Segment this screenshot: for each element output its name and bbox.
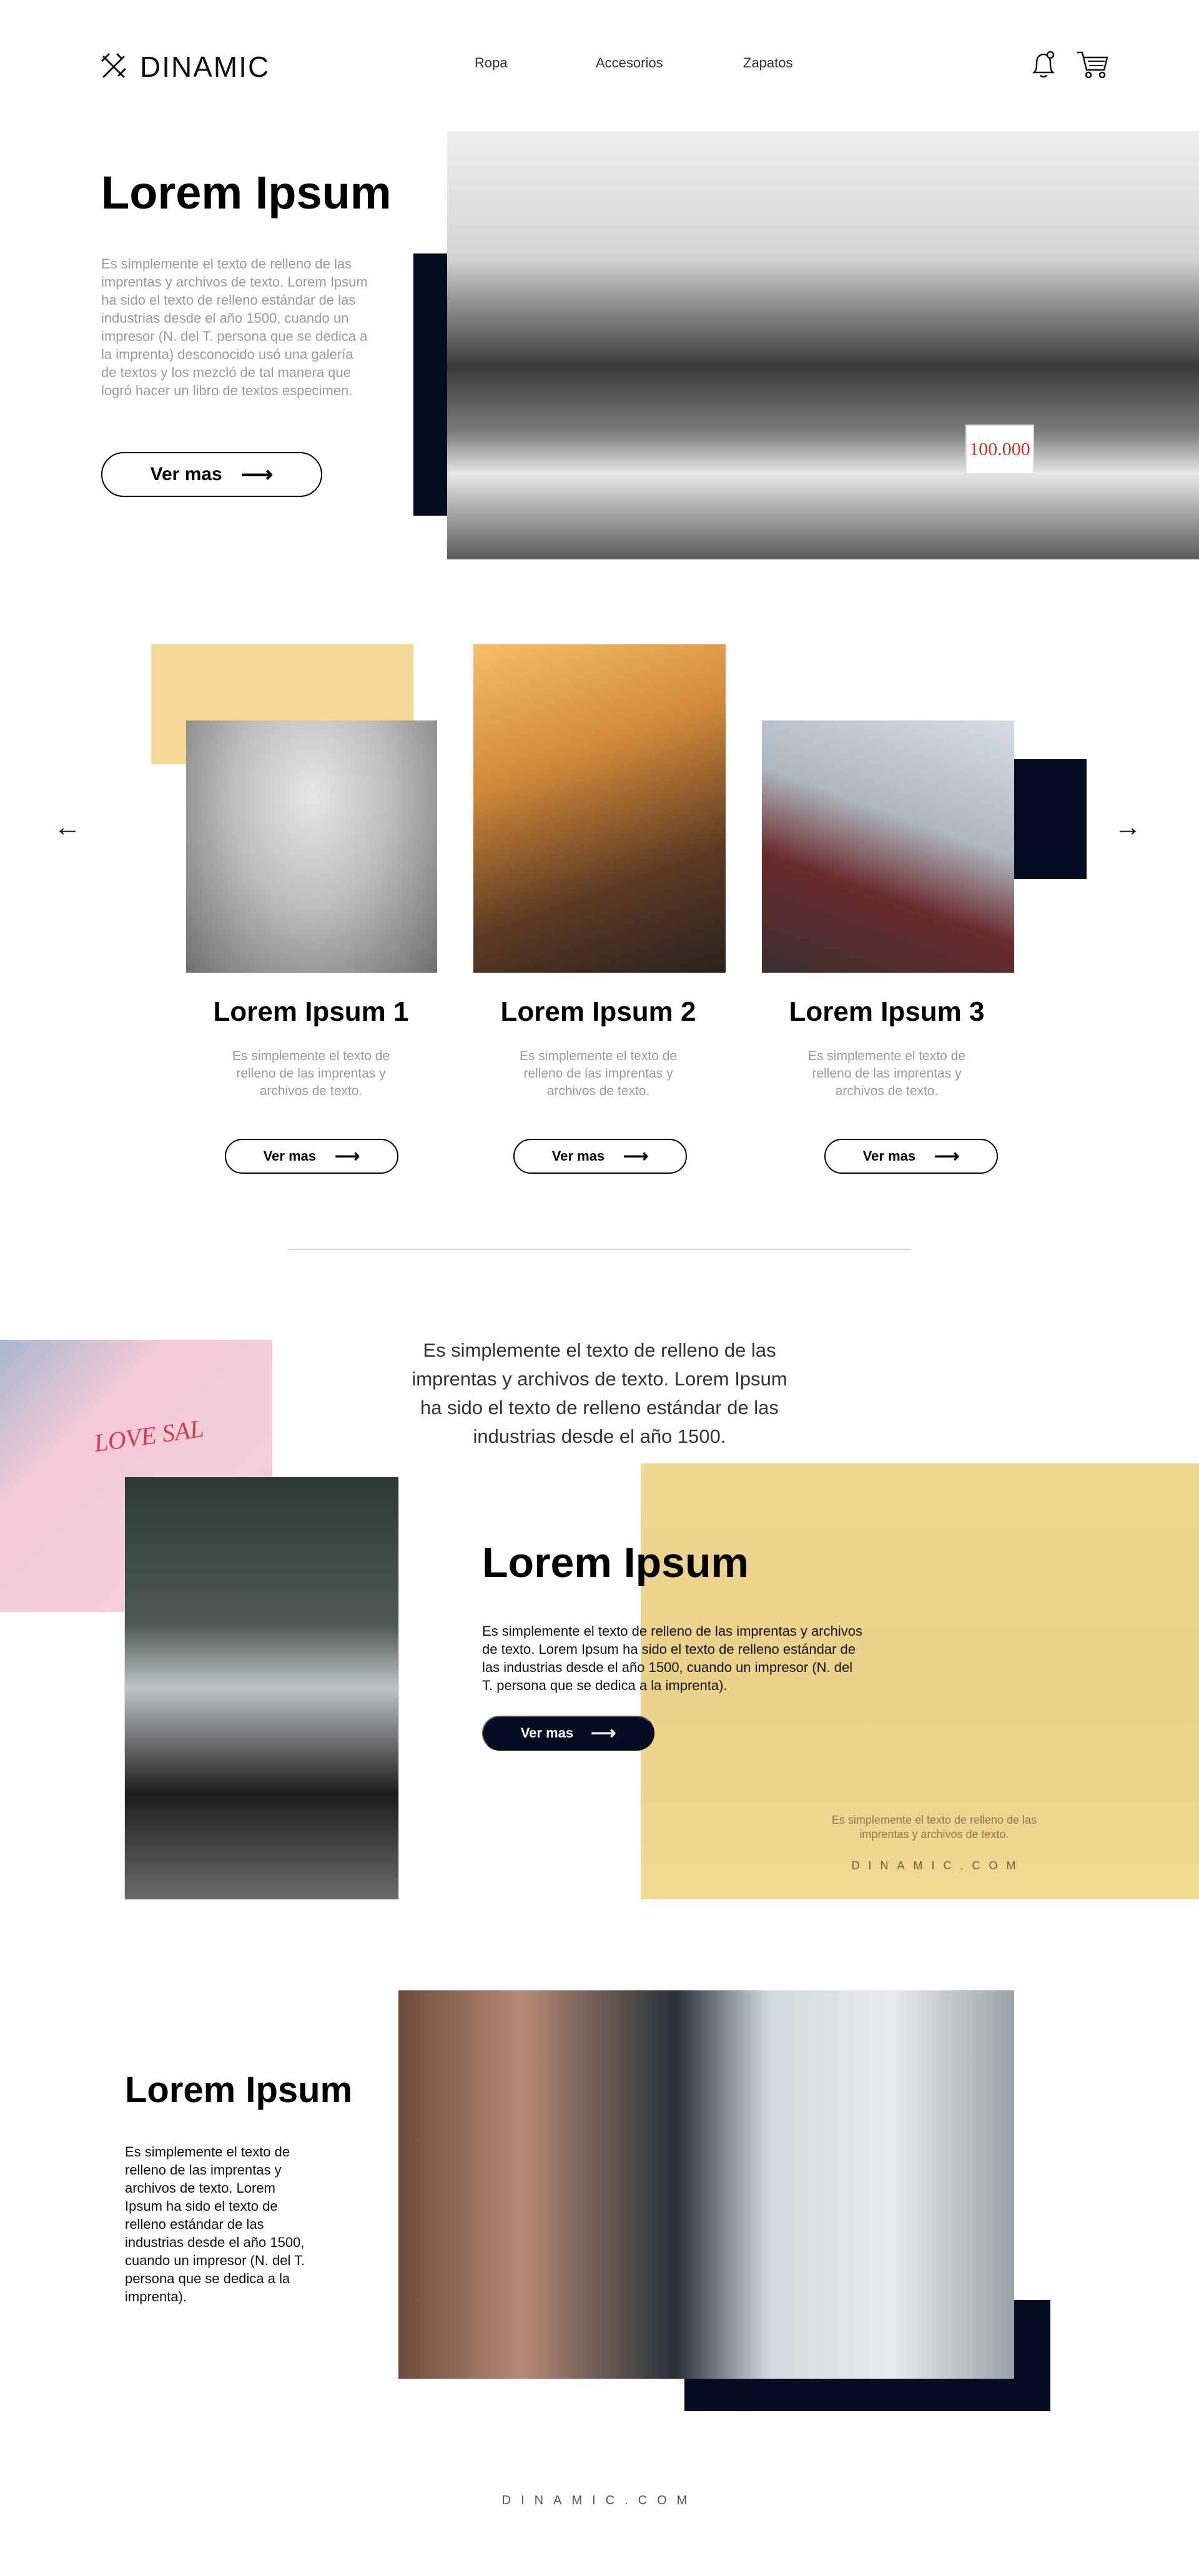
card1-button-label: Ver mas <box>263 1148 317 1164</box>
nav-item-accesorios[interactable]: Accesorios <box>596 55 663 71</box>
nav-item-ropa[interactable]: Ropa <box>475 55 508 71</box>
cart-icon[interactable] <box>1075 49 1109 83</box>
card1-title: Lorem Ipsum 1 <box>213 996 409 1027</box>
card2-description: Es simplemente el texto de relleno de la… <box>519 1049 678 1098</box>
carousel-next-arrow-icon[interactable]: → <box>1114 812 1142 843</box>
crossed-tools-icon <box>100 52 127 82</box>
section-divider <box>287 1249 912 1250</box>
bell-icon[interactable] <box>1029 49 1058 83</box>
hero-button-label: Ver mas <box>150 464 222 484</box>
price-tag: 100.000 <box>965 425 1034 474</box>
card2-woman-image <box>473 644 726 973</box>
card3-navy-accent <box>1012 759 1087 879</box>
arrow-right-icon: ⟶ <box>591 1723 616 1743</box>
feature-button-label: Ver mas <box>520 1725 574 1741</box>
card2-title: Lorem Ipsum 2 <box>500 996 696 1027</box>
feature-title: Lorem Ipsum <box>482 1539 749 1586</box>
nav-item-zapatos[interactable]: Zapatos <box>743 55 793 71</box>
hero-title: Lorem Ipsum <box>101 167 392 219</box>
card2-button-label: Ver mas <box>551 1148 605 1164</box>
card1-sneaker-image <box>186 720 437 973</box>
card2-ver-mas-button[interactable]: Ver mas ⟶ <box>513 1139 687 1174</box>
card3-title: Lorem Ipsum 3 <box>789 996 985 1027</box>
card3-shopper-image <box>762 720 1014 973</box>
feature-description: Es simplemente el texto de relleno de la… <box>482 1623 862 1693</box>
arrow-right-icon: ⟶ <box>240 461 274 487</box>
footer-domain: DINAMIC.COM <box>501 2494 698 2507</box>
card3-ver-mas-button[interactable]: Ver mas ⟶ <box>824 1139 998 1174</box>
bottom-description: Es simplemente el texto de relleno de la… <box>125 2144 305 2304</box>
arrow-right-icon: ⟶ <box>934 1146 960 1166</box>
yellow-domain: DINAMIC.COM <box>851 1859 1025 1872</box>
hero-store-image: 100.000 <box>447 131 1199 559</box>
card3-description: Es simplemente el texto de relleno de la… <box>807 1049 966 1098</box>
tshirt-print: LOVE SAL <box>92 1413 205 1458</box>
man-stairs-image <box>125 1477 398 1899</box>
yellow-caption: Es simplemente el texto de relleno de la… <box>831 1814 1037 1841</box>
boutique-shopper-image <box>398 1990 1014 2379</box>
hero-navy-accent <box>413 253 451 516</box>
card1-description: Es simplemente el texto de relleno de la… <box>232 1049 390 1098</box>
intro-quote: Es simplemente el texto de relleno de la… <box>412 1339 787 1447</box>
bottom-title: Lorem Ipsum <box>125 2070 353 2110</box>
hero-ver-mas-button[interactable]: Ver mas ⟶ <box>101 452 322 497</box>
feature-ver-mas-button[interactable]: Ver mas ⟶ <box>482 1716 654 1751</box>
brand-logo[interactable]: DINAMIC <box>100 50 270 84</box>
brand-name: DINAMIC <box>140 51 270 83</box>
arrow-right-icon: ⟶ <box>623 1146 649 1166</box>
card1-ver-mas-button[interactable]: Ver mas ⟶ <box>225 1139 398 1174</box>
arrow-right-icon: ⟶ <box>335 1146 360 1166</box>
carousel-prev-arrow-icon[interactable]: ← <box>54 812 81 843</box>
card3-button-label: Ver mas <box>862 1148 916 1164</box>
hero-description: Es simplemente el texto de relleno de la… <box>101 256 368 398</box>
